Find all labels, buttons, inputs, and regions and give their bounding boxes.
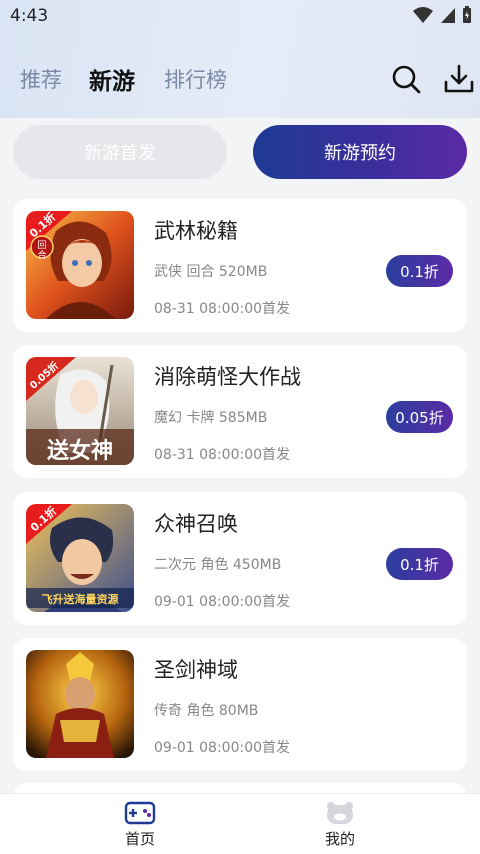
game-meta: 魔幻 卡牌 585MB — [154, 410, 268, 426]
thumb-caption: 回合 — [37, 241, 47, 261]
game-thumbnail — [26, 650, 134, 758]
top-nav: 推荐 新游 排行榜 — [0, 58, 480, 102]
game-thumbnail: 0.1折 飞升送海量资源 — [26, 504, 134, 612]
game-card[interactable]: 圣剑神域 传奇 角色 80MB 09-01 08:00:00首发 — [13, 638, 467, 771]
discount-badge[interactable]: 0.1折 — [386, 255, 453, 287]
game-release-date: 08-31 08:00:00首发 — [154, 447, 291, 463]
game-meta: 传奇 角色 80MB — [154, 703, 259, 719]
game-thumbnail: 0.1折 回合 — [26, 211, 134, 319]
status-time: 4:43 — [10, 6, 49, 26]
tab-recommend[interactable]: 推荐 — [20, 64, 62, 94]
game-thumbnail: 0.05折 送女神 — [26, 357, 134, 465]
tab-ranking[interactable]: 排行榜 — [164, 64, 227, 94]
search-icon[interactable] — [389, 62, 423, 96]
game-release-date: 09-01 08:00:00首发 — [154, 740, 291, 756]
download-icon[interactable] — [442, 62, 476, 96]
bear-face-icon — [327, 802, 353, 824]
status-icons — [412, 6, 472, 24]
tab-new-games[interactable]: 新游 — [89, 62, 135, 96]
nav-mine-label: 我的 — [324, 830, 355, 848]
segment-new-release[interactable]: 新游首发 — [13, 125, 227, 179]
game-title: 众神召唤 — [154, 512, 238, 536]
game-release-date: 08-31 08:00:00首发 — [154, 301, 291, 317]
thumb-caption: 飞升送海量资源 — [41, 593, 119, 606]
game-title: 圣剑神域 — [154, 658, 238, 682]
game-title: 消除萌怪大作战 — [154, 365, 301, 389]
nav-home[interactable]: 首页 — [100, 798, 180, 852]
segment-new-reservation[interactable]: 新游预约 — [253, 125, 467, 179]
gamepad-icon — [124, 801, 156, 825]
game-title: 武林秘籍 — [154, 219, 238, 243]
game-meta: 武侠 回合 520MB — [154, 264, 268, 280]
wifi-icon — [413, 7, 433, 23]
game-card[interactable]: 0.1折 飞升送海量资源 众神召唤 二次元 角色 450MB 09-01 08:… — [13, 492, 467, 625]
game-release-date: 09-01 08:00:00首发 — [154, 594, 291, 610]
thumb-caption: 送女神 — [46, 439, 113, 464]
game-art-image — [26, 650, 134, 758]
signal-icon — [441, 8, 455, 23]
battery-icon — [463, 6, 471, 23]
discount-badge[interactable]: 0.1折 — [386, 548, 453, 580]
status-bar: 4:43 — [0, 0, 480, 36]
discount-badge[interactable]: 0.05折 — [386, 401, 453, 433]
nav-home-label: 首页 — [124, 830, 155, 848]
game-card[interactable]: 0.05折 送女神 消除萌怪大作战 魔幻 卡牌 585MB 08-31 08:0… — [13, 345, 467, 478]
game-meta: 二次元 角色 450MB — [154, 557, 282, 573]
nav-mine[interactable]: 我的 — [300, 798, 380, 852]
bottom-nav: 首页 我的 — [0, 793, 480, 854]
game-card[interactable]: 0.1折 回合 武林秘籍 武侠 回合 520MB 08-31 08:00:00首… — [13, 199, 467, 332]
